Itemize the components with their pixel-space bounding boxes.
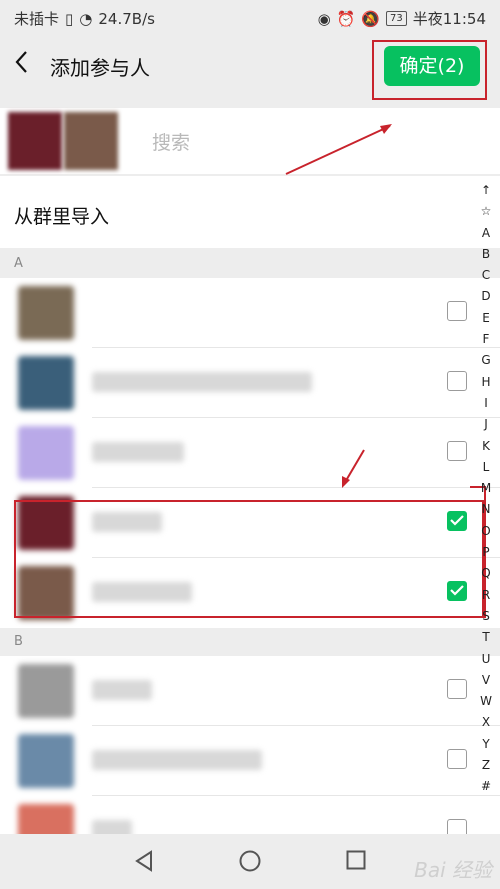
checkbox[interactable] [447,679,467,699]
index-letter[interactable]: B [476,244,496,265]
selected-avatars [8,112,118,170]
battery-icon: 73 [386,11,407,26]
mute-icon: 🔕 [361,9,381,28]
home-circle-icon[interactable] [239,850,261,872]
checkbox[interactable] [447,441,467,461]
carrier-label: 未插卡 [14,10,60,28]
index-letter[interactable]: U [476,649,496,670]
index-letter[interactable]: P [476,542,496,563]
contact-row[interactable] [0,278,500,348]
avatar [18,356,74,410]
status-left: 未插卡 ▯ ◔ 24.7B/s [14,8,155,29]
import-label: 从群里导入 [14,206,110,228]
chevron-left-icon[interactable] [14,50,36,78]
index-letter[interactable]: V [476,670,496,691]
wifi-icon: ◔ [79,9,93,28]
index-letter[interactable]: ↑ [476,180,496,201]
search-bar[interactable]: 搜索 [0,108,500,174]
contact-row[interactable] [0,348,500,418]
index-letter[interactable]: G [476,350,496,371]
clock: 半夜11:54 [412,10,486,28]
avatar [18,286,74,340]
index-letter[interactable]: D [476,286,496,307]
avatar [18,664,74,718]
recents-square-icon[interactable] [346,850,366,870]
annotation-arrow [342,449,365,488]
avatar [18,426,74,480]
index-letter[interactable]: A [476,223,496,244]
selected-avatar [64,112,118,170]
checkbox[interactable] [447,301,467,321]
index-letter[interactable]: Q [476,563,496,584]
contact-name-blurred [92,442,184,462]
section-header-a: A [0,250,500,278]
index-letter[interactable]: O [476,521,496,542]
contact-name-blurred [92,372,312,392]
index-letter[interactable]: E [476,308,496,329]
index-letter[interactable]: K [476,436,496,457]
checkbox[interactable] [447,371,467,391]
annotation-box-selected [14,500,484,618]
index-letter[interactable]: ☆ [476,201,496,222]
contact-row[interactable] [0,726,500,796]
search-input[interactable]: 搜索 [152,128,190,155]
contact-row[interactable] [0,656,500,726]
index-letter[interactable]: W [476,691,496,712]
avatar [18,734,74,788]
index-letter[interactable]: T [476,627,496,648]
index-letter[interactable]: Y [476,734,496,755]
status-right: ◉ ⏰ 🔕 73 半夜11:54 [318,8,486,29]
index-letter[interactable]: J [476,414,496,435]
index-letter[interactable]: F [476,329,496,350]
index-letter[interactable]: R [476,585,496,606]
annotation-box-confirm [372,40,487,100]
index-letter[interactable]: H [476,372,496,393]
contact-name-blurred [92,680,152,700]
index-letter[interactable]: L [476,457,496,478]
page-title: 添加参与人 [50,56,150,80]
index-letter[interactable]: # [476,776,496,797]
index-letter[interactable]: Z [476,755,496,776]
section-header-b: B [0,628,500,656]
sim-alert-icon: ▯ [65,9,74,28]
index-letter[interactable]: S [476,606,496,627]
alarm-icon: ⏰ [336,9,356,28]
index-letter[interactable]: C [476,265,496,286]
annotation-arrow [285,124,392,175]
watermark: Bai 经验 [414,858,492,882]
checkbox[interactable] [447,749,467,769]
section-letter: B [14,634,23,649]
index-letter[interactable]: N [476,499,496,520]
index-letter[interactable]: I [476,393,496,414]
status-bar: 未插卡 ▯ ◔ 24.7B/s ◉ ⏰ 🔕 73 半夜11:54 [0,0,500,36]
selected-avatar [8,112,62,170]
alphabet-index[interactable]: ↑ ☆ A B C D E F G H I J K L M N O P Q R … [476,180,496,798]
section-letter: A [14,256,23,271]
index-letter[interactable]: M [476,478,496,499]
eye-icon: ◉ [317,9,331,28]
contact-name-blurred [92,750,262,770]
back-triangle-icon[interactable] [134,850,154,872]
net-speed: 24.7B/s [98,9,155,28]
contact-row[interactable] [0,418,500,488]
import-from-group[interactable]: 从群里导入 [0,176,500,248]
index-letter[interactable]: X [476,712,496,733]
